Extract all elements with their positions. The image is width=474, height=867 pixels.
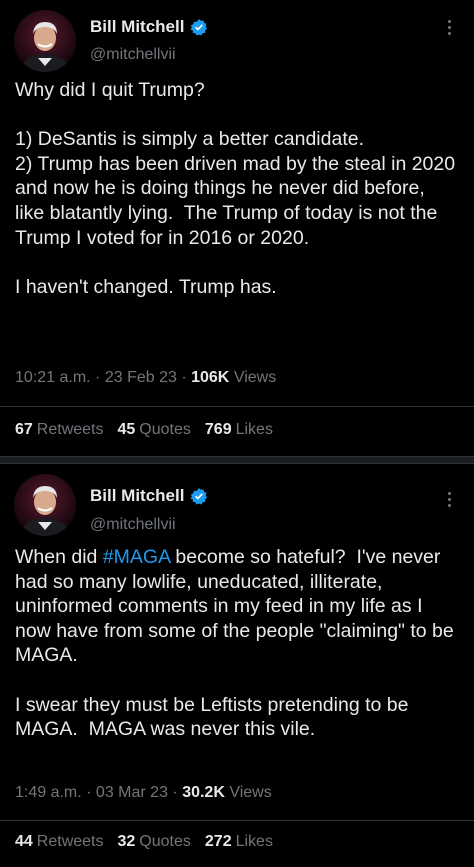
tweet-time[interactable]: 10:21 a.m. <box>15 369 91 386</box>
engagement-stats: 67 Retweets 45 Quotes 769 Likes <box>15 421 273 439</box>
views-label: Views <box>229 784 272 801</box>
author-name[interactable]: Bill Mitchell <box>90 17 184 37</box>
tweet-text-start: When did <box>15 546 103 568</box>
tweet-separator <box>0 456 474 464</box>
likes-stat[interactable]: 272 Likes <box>205 833 273 851</box>
tweet-meta: 10:21 a.m. · 23 Feb 23 · 106K Views <box>15 369 277 386</box>
views-count: 30.2K <box>182 784 225 801</box>
author-handle[interactable]: @mitchellvii <box>90 516 176 534</box>
divider <box>0 820 474 821</box>
tweet-date[interactable]: 23 Feb 23 <box>105 369 177 386</box>
views-count: 106K <box>191 369 230 386</box>
tweet-2[interactable]: Bill Mitchell @mitchellvii When did #MAG… <box>0 464 474 867</box>
avatar-image <box>14 10 76 72</box>
quotes-stat[interactable]: 32 Quotes <box>118 833 191 851</box>
more-options-icon[interactable] <box>448 492 452 507</box>
tweet-date[interactable]: 03 Mar 23 <box>96 784 168 801</box>
retweets-stat[interactable]: 67 Retweets <box>15 421 104 439</box>
engagement-stats: 44 Retweets 32 Quotes 272 Likes <box>15 833 273 851</box>
divider <box>0 406 474 407</box>
retweets-stat[interactable]: 44 Retweets <box>15 833 104 851</box>
tweet-text: When did #MAGA become so hateful? I've n… <box>15 545 458 742</box>
hashtag-link[interactable]: #MAGA <box>103 546 170 568</box>
views-label: Views <box>233 369 277 386</box>
tweet-text-rest: become so hateful? I've never had so man… <box>15 546 454 741</box>
tweet-meta: 1:49 a.m. · 03 Mar 23 · 30.2K Views <box>15 784 272 801</box>
verified-badge-icon <box>190 19 208 36</box>
author-name[interactable]: Bill Mitchell <box>90 486 184 506</box>
verified-badge-icon <box>190 488 208 505</box>
quotes-stat[interactable]: 45 Quotes <box>118 421 191 439</box>
avatar-image <box>14 474 76 536</box>
likes-stat[interactable]: 769 Likes <box>205 421 273 439</box>
author-handle[interactable]: @mitchellvii <box>90 46 176 64</box>
more-options-icon[interactable] <box>448 20 452 35</box>
avatar[interactable] <box>14 474 76 536</box>
tweet-time[interactable]: 1:49 a.m. <box>15 784 82 801</box>
tweet-text: Why did I quit Trump? 1) DeSantis is sim… <box>15 79 456 298</box>
avatar[interactable] <box>14 10 76 72</box>
tweet-1[interactable]: Bill Mitchell @mitchellvii Why did I qui… <box>0 0 474 456</box>
